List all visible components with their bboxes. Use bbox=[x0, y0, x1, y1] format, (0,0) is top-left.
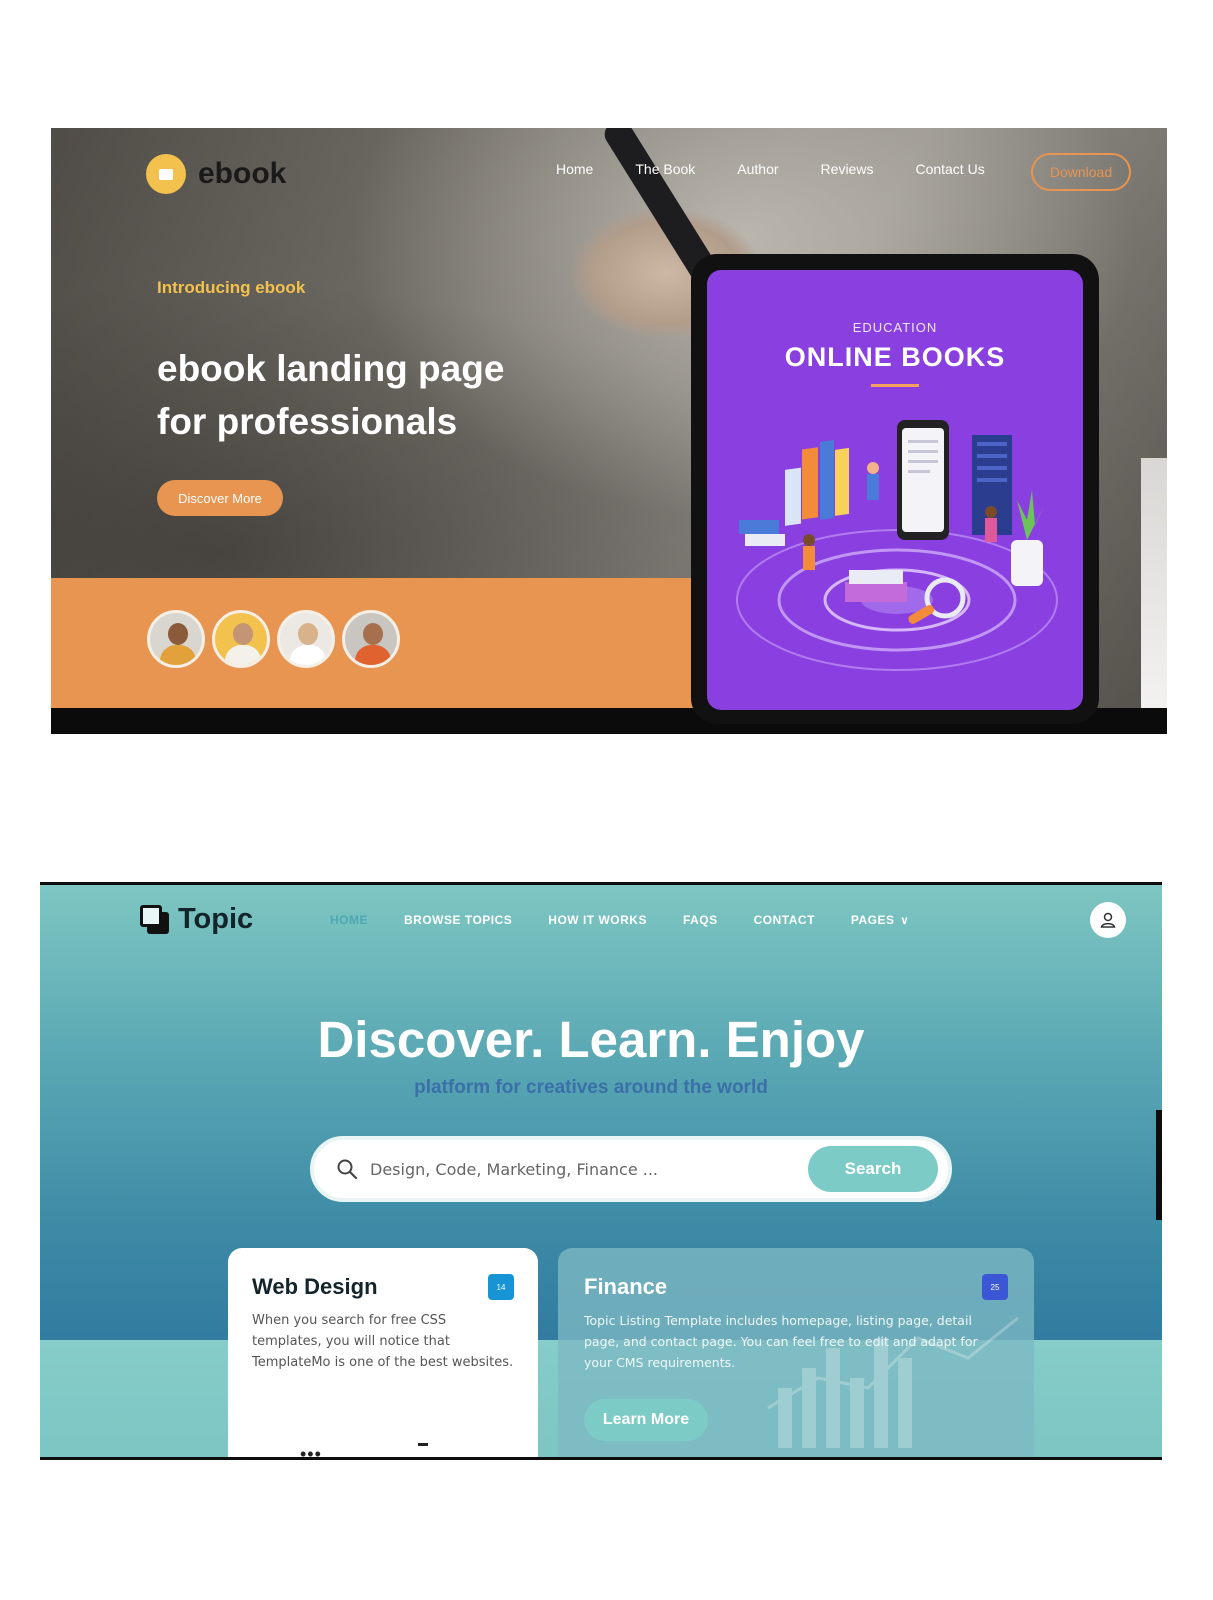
search-input[interactable] bbox=[370, 1159, 790, 1179]
topic-screenshot: Topic HOME BROWSE TOPICS HOW IT WORKS FA… bbox=[40, 882, 1162, 1460]
headline-line-1: ebook landing page bbox=[157, 348, 505, 389]
nav-home[interactable]: Home bbox=[556, 161, 593, 177]
nav-contact-us[interactable]: Contact Us bbox=[915, 161, 984, 177]
download-button[interactable]: Download bbox=[1031, 153, 1131, 191]
hero-title: Discover. Learn. Enjoy bbox=[317, 1011, 865, 1068]
ebook-nav: Home The Book Author Reviews Contact Us bbox=[556, 161, 1027, 177]
more-icon[interactable]: ••• bbox=[300, 1444, 322, 1457]
nav-author[interactable]: Author bbox=[737, 161, 778, 177]
nav-the-book[interactable]: The Book bbox=[635, 161, 695, 177]
nav-faqs[interactable]: FAQS bbox=[683, 913, 718, 927]
search-button[interactable]: Search bbox=[808, 1146, 938, 1192]
dash-icon bbox=[418, 1443, 428, 1446]
intro-label: Introducing ebook bbox=[157, 278, 306, 297]
user-icon[interactable] bbox=[1090, 902, 1126, 938]
ebook-logo-text: ebook bbox=[198, 157, 287, 190]
tablet-mockup: EDUCATION ONLINE BOOKS bbox=[691, 254, 1099, 724]
tablet-title: ONLINE BOOKS bbox=[784, 342, 1006, 372]
search-bar: Search bbox=[310, 1136, 952, 1202]
nav-how-it-works[interactable]: HOW IT WORKS bbox=[548, 913, 647, 927]
card-title: Finance bbox=[584, 1274, 668, 1299]
count-badge: 25 bbox=[982, 1274, 1008, 1300]
search-icon bbox=[337, 1159, 358, 1180]
avatar bbox=[147, 610, 205, 668]
topic-nav: HOME BROWSE TOPICS HOW IT WORKS FAQS CON… bbox=[330, 913, 945, 927]
squares-icon bbox=[140, 904, 170, 935]
chevron-down-icon: ∨ bbox=[900, 914, 910, 927]
tablet-underline bbox=[871, 384, 919, 387]
topic-logo[interactable]: Topic bbox=[140, 903, 253, 936]
tablet-eyebrow: EDUCATION bbox=[852, 320, 938, 335]
tablet-screen: EDUCATION ONLINE BOOKS bbox=[707, 270, 1083, 710]
book-icon bbox=[146, 154, 186, 194]
card-title: Web Design bbox=[252, 1274, 378, 1299]
nav-home[interactable]: HOME bbox=[330, 913, 368, 927]
topic-card-web-design[interactable]: Web Design 14 When you search for free C… bbox=[228, 1248, 538, 1457]
online-books-illustration bbox=[736, 420, 1058, 671]
avatar bbox=[277, 610, 335, 668]
scrollbar-edge bbox=[1156, 1110, 1162, 1220]
card-text: When you search for free CSS templates, … bbox=[252, 1313, 514, 1370]
ebook-logo[interactable]: ebook bbox=[146, 154, 286, 194]
avatar bbox=[212, 610, 270, 668]
nav-contact[interactable]: CONTACT bbox=[754, 913, 815, 927]
hero-headline: ebook landing page for professionals bbox=[157, 342, 577, 448]
hero-subtitle: platform for creatives around the world bbox=[414, 1077, 768, 1098]
avatar bbox=[342, 610, 400, 668]
card-text: Topic Listing Template includes homepage… bbox=[584, 1313, 978, 1370]
nav-reviews[interactable]: Reviews bbox=[821, 161, 874, 177]
topic-logo-text: Topic bbox=[178, 903, 254, 935]
white-wedge bbox=[1141, 458, 1167, 708]
discover-more-button[interactable]: Discover More bbox=[157, 480, 283, 516]
reviewer-avatars bbox=[147, 610, 407, 668]
count-badge: 14 bbox=[488, 1274, 514, 1300]
ebook-screenshot: ebook Home The Book Author Reviews Conta… bbox=[51, 128, 1167, 734]
nav-browse-topics[interactable]: BROWSE TOPICS bbox=[404, 913, 512, 927]
topic-card-finance[interactable]: Finance 25 Topic Listing Template includ… bbox=[558, 1248, 1034, 1457]
headline-line-2: for professionals bbox=[157, 401, 458, 442]
nav-pages[interactable]: PAGES ∨ bbox=[851, 913, 909, 927]
learn-more-button[interactable]: Learn More bbox=[584, 1399, 708, 1441]
nav-pages-label: PAGES bbox=[850, 913, 895, 927]
